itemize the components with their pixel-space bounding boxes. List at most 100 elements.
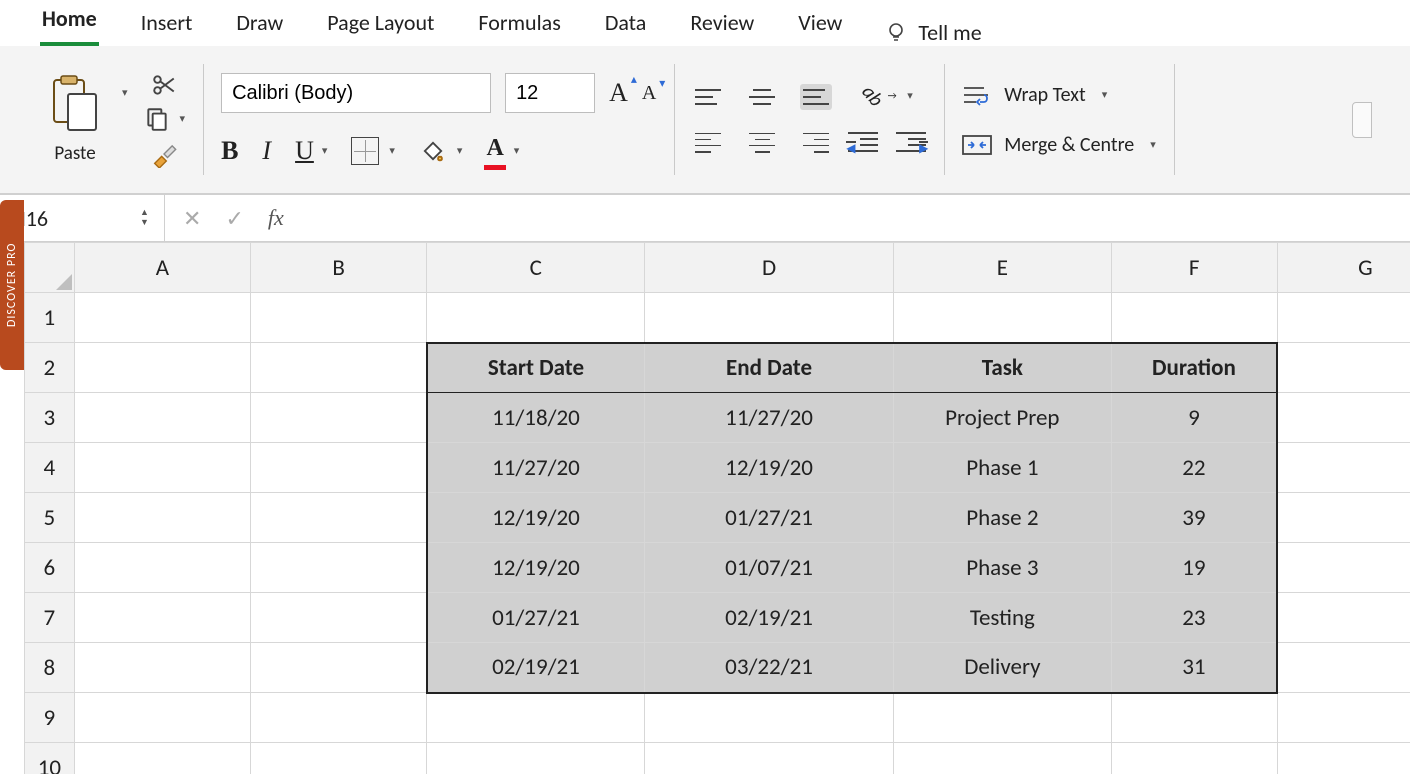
cell[interactable] <box>74 393 250 443</box>
increase-font-button[interactable]: A▴ <box>609 78 628 108</box>
cell[interactable]: 03/22/21 <box>645 643 894 693</box>
font-color-caret-icon[interactable]: ▾ <box>514 144 520 157</box>
cell[interactable]: 02/19/21 <box>427 643 645 693</box>
cell[interactable]: 01/27/21 <box>427 593 645 643</box>
cell[interactable]: 31 <box>1111 643 1277 693</box>
cell[interactable]: End Date <box>645 343 894 393</box>
font-size-select[interactable] <box>505 73 595 113</box>
cell[interactable] <box>251 643 427 693</box>
cell[interactable] <box>427 693 645 743</box>
cell[interactable] <box>1277 743 1410 774</box>
row-header-6[interactable]: 6 <box>25 543 75 593</box>
cell[interactable] <box>645 743 894 774</box>
underline-button[interactable]: U <box>295 136 314 166</box>
format-painter-button[interactable] <box>150 140 178 168</box>
decrease-indent-button[interactable]: ◀ <box>848 128 878 156</box>
cell[interactable] <box>1277 543 1410 593</box>
cell[interactable]: Phase 1 <box>893 443 1111 493</box>
row-header-8[interactable]: 8 <box>25 643 75 693</box>
row-header-4[interactable]: 4 <box>25 443 75 493</box>
cell[interactable] <box>74 293 250 343</box>
cell[interactable] <box>251 693 427 743</box>
row-header-7[interactable]: 7 <box>25 593 75 643</box>
cell[interactable] <box>427 293 645 343</box>
accept-formula-button[interactable]: ✓ <box>225 205 243 232</box>
cell[interactable] <box>1111 743 1277 774</box>
row-header-9[interactable]: 9 <box>25 693 75 743</box>
cell[interactable]: 02/19/21 <box>645 593 894 643</box>
cell[interactable]: Phase 2 <box>893 493 1111 543</box>
col-header-F[interactable]: F <box>1111 243 1277 293</box>
col-header-D[interactable]: D <box>645 243 894 293</box>
cell[interactable]: Delivery <box>893 643 1111 693</box>
cell[interactable] <box>251 593 427 643</box>
tab-home[interactable]: Home <box>40 1 99 46</box>
cell[interactable] <box>1111 693 1277 743</box>
cell[interactable]: 22 <box>1111 443 1277 493</box>
select-all-corner[interactable] <box>25 243 75 293</box>
formula-input[interactable] <box>302 195 1410 241</box>
cell[interactable] <box>74 543 250 593</box>
cell[interactable] <box>1277 443 1410 493</box>
bold-button[interactable]: B <box>221 136 238 166</box>
cell[interactable]: 11/27/20 <box>427 443 645 493</box>
row-header-5[interactable]: 5 <box>25 493 75 543</box>
wrap-text-button[interactable]: ​ Wrap Text ▾ <box>962 83 1107 107</box>
tab-page-layout[interactable]: Page Layout <box>325 5 436 46</box>
cell[interactable] <box>251 543 427 593</box>
cut-button[interactable] <box>151 72 177 98</box>
cell[interactable]: Phase 3 <box>893 543 1111 593</box>
cell[interactable] <box>251 343 427 393</box>
spreadsheet[interactable]: A B C D E F G 1 2 Start Date End Date Ta… <box>24 242 1410 774</box>
tab-data[interactable]: Data <box>603 5 649 46</box>
cell[interactable] <box>74 343 250 393</box>
tab-draw[interactable]: Draw <box>234 5 285 46</box>
align-center-button[interactable] <box>746 130 778 156</box>
row-header-3[interactable]: 3 <box>25 393 75 443</box>
align-top-button[interactable] <box>692 84 724 110</box>
cell[interactable] <box>1277 593 1410 643</box>
cell[interactable] <box>1277 643 1410 693</box>
cell[interactable] <box>1277 493 1410 543</box>
cell[interactable]: 9 <box>1111 393 1277 443</box>
copy-button[interactable]: ▾ <box>144 106 186 132</box>
col-header-A[interactable]: A <box>74 243 250 293</box>
font-color-button[interactable]: A <box>486 135 503 166</box>
font-name-select[interactable] <box>221 73 491 113</box>
cell[interactable]: Start Date <box>427 343 645 393</box>
cell[interactable] <box>1111 293 1277 343</box>
cell[interactable] <box>74 493 250 543</box>
fill-caret-icon[interactable]: ▾ <box>457 144 463 157</box>
cell[interactable]: Project Prep <box>893 393 1111 443</box>
cell[interactable]: 19 <box>1111 543 1277 593</box>
col-header-C[interactable]: C <box>427 243 645 293</box>
cell[interactable] <box>893 293 1111 343</box>
row-header-10[interactable]: 10 <box>25 743 75 774</box>
cell[interactable] <box>251 443 427 493</box>
col-header-B[interactable]: B <box>251 243 427 293</box>
cell[interactable] <box>74 643 250 693</box>
cell[interactable]: 11/18/20 <box>427 393 645 443</box>
borders-caret-icon[interactable]: ▾ <box>389 144 395 157</box>
cell[interactable]: 39 <box>1111 493 1277 543</box>
name-box-stepper[interactable]: ▲▼ <box>140 199 158 237</box>
discover-side-tab[interactable]: DISCOVER PRO <box>0 200 24 370</box>
tab-review[interactable]: Review <box>688 5 756 46</box>
cell[interactable] <box>251 743 427 774</box>
merge-centre-button[interactable]: Merge & Centre ▾ <box>962 133 1155 157</box>
orientation-button[interactable]: ab↗ ▾ <box>862 84 913 108</box>
cell[interactable]: Testing <box>893 593 1111 643</box>
cell[interactable] <box>645 693 894 743</box>
cell[interactable] <box>1277 693 1410 743</box>
cell[interactable] <box>74 693 250 743</box>
cell[interactable] <box>1277 343 1410 393</box>
align-right-button[interactable] <box>800 130 832 156</box>
tab-view[interactable]: View <box>796 5 844 46</box>
italic-button[interactable]: I <box>262 136 271 166</box>
cell[interactable]: Duration <box>1111 343 1277 393</box>
cell[interactable]: 12/19/20 <box>645 443 894 493</box>
cell[interactable] <box>251 293 427 343</box>
decrease-font-button[interactable]: A▾ <box>642 82 656 105</box>
align-left-button[interactable] <box>692 130 724 156</box>
cell[interactable]: 01/07/21 <box>645 543 894 593</box>
